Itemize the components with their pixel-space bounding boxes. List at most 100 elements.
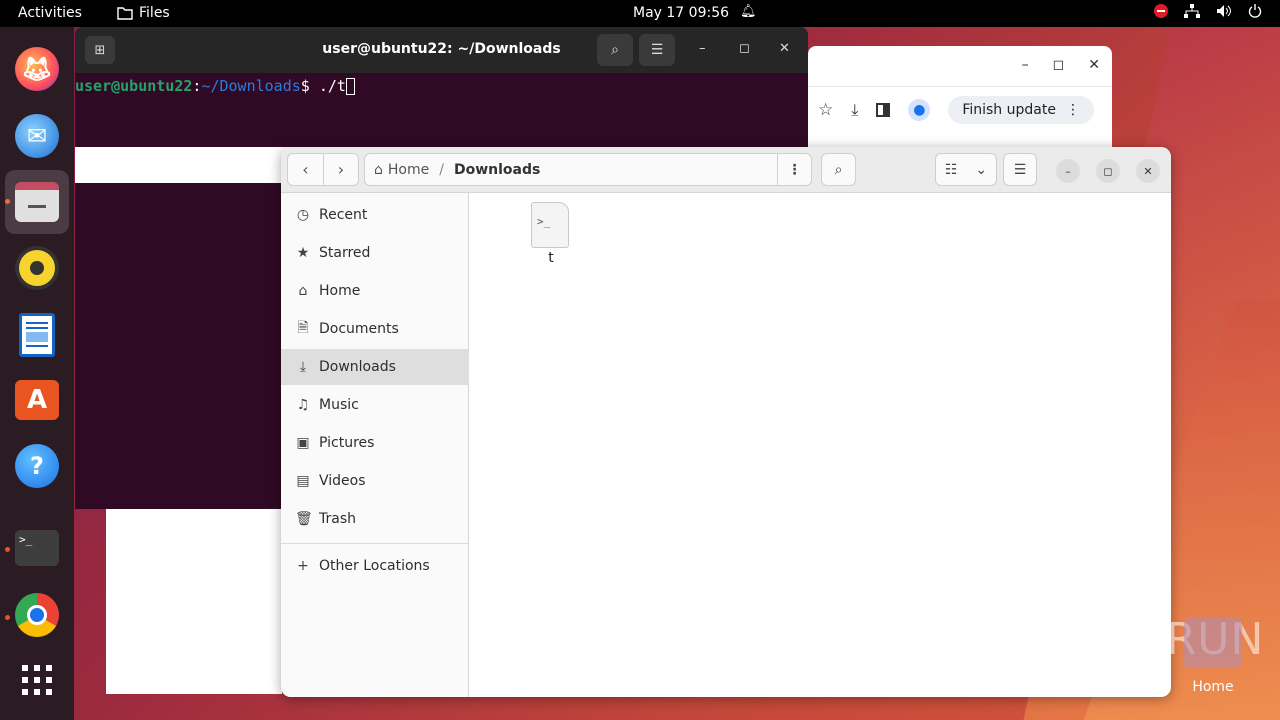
sidebar-item-label: Music (319, 397, 359, 413)
maximize-icon: ◻ (1103, 164, 1113, 178)
activities-button[interactable]: Activities (18, 5, 82, 21)
finish-update-button[interactable]: Finish update ⋮ (948, 95, 1094, 124)
terminal-prompt[interactable]: user@ubuntu22:~/Downloads$ ./t (75, 77, 355, 95)
power-icon (1248, 4, 1262, 18)
terminal-icon[interactable]: >_ (12, 523, 62, 573)
app-menu[interactable]: Files (117, 5, 170, 21)
libreoffice-writer-icon[interactable] (12, 310, 62, 360)
download-icon: ⤓ (299, 359, 307, 375)
sidebar-item-videos[interactable]: ▤ Videos (281, 463, 469, 499)
files-headerbar: ‹ › ⌂ Home / Downloads ⋮ ⌕ ☷ ⌄ ☰ – ◻ ✕ (281, 147, 1171, 193)
bell-icon: 🔔︎ (740, 4, 757, 19)
search-button[interactable]: ⌕ (821, 153, 856, 186)
picture-icon: ▣ (296, 435, 310, 451)
desktop-home-folder-icon[interactable] (1184, 618, 1242, 668)
sidebar-item-trash[interactable]: 🗑︎ Trash (281, 501, 469, 537)
sidebar-item-downloads[interactable]: ⤓ Downloads (281, 349, 469, 385)
dock: 🦊︎ ✉︎ A ? >_ (0, 27, 74, 720)
maximize-button[interactable]: ◻ (1096, 159, 1120, 183)
close-button[interactable]: ✕ (1136, 159, 1160, 183)
video-icon: ▤ (296, 473, 310, 489)
kebab-menu-icon: ⋮ (1065, 101, 1080, 118)
sidebar-item-label: Recent (319, 207, 368, 223)
executable-file-icon[interactable]: >_ (531, 202, 569, 248)
navigation-buttons: ‹ › (287, 153, 359, 186)
back-button[interactable]: ‹ (288, 154, 323, 185)
desktop-home-label[interactable]: Home (1186, 679, 1240, 695)
clock-icon: ◷ (296, 207, 310, 223)
sidebar-item-pictures[interactable]: ▣ Pictures (281, 425, 469, 461)
sidebar-item-home[interactable]: ⌂ Home (281, 273, 469, 309)
path-menu-button[interactable]: ⋮ (777, 154, 811, 185)
file-name-label[interactable]: t (541, 250, 561, 266)
close-icon[interactable]: ✕ (1088, 57, 1100, 73)
text-cursor (345, 78, 355, 95)
clock[interactable]: May 17 09:56 (633, 5, 729, 21)
trash-icon: 🗑︎ (295, 511, 313, 527)
maximize-icon[interactable]: ◻ (1053, 57, 1065, 73)
search-icon: ⌕ (611, 42, 619, 58)
sidebar-divider (281, 543, 469, 544)
folder-icon (117, 7, 133, 20)
download-icon[interactable]: ⤓ (851, 100, 858, 120)
volume-icon (1217, 5, 1231, 17)
main-menu-button[interactable]: ☰ (1003, 153, 1037, 186)
minimize-icon[interactable]: – (1022, 57, 1029, 73)
chrome-window-controls: – ◻ ✕ (1022, 57, 1100, 73)
system-tray[interactable] (1154, 4, 1262, 18)
running-indicator (5, 547, 10, 552)
running-indicator (5, 615, 10, 620)
chrome-window: – ◻ ✕ ☆ ⤓ ● Finish update ⋮ (808, 46, 1112, 156)
path-home-button[interactable]: ⌂ Home (365, 162, 429, 178)
list-view-icon: ☷ (944, 161, 958, 178)
app-center-icon[interactable]: A (12, 375, 62, 425)
firefox-icon[interactable]: 🦊︎ (12, 44, 62, 94)
kebab-menu-icon: ⋮ (787, 161, 802, 178)
search-button[interactable]: ⌕ (597, 34, 633, 66)
rhythmbox-icon[interactable] (12, 243, 62, 293)
sidebar-item-label: Starred (319, 245, 371, 261)
document-icon: 🗎︎ (297, 320, 309, 336)
sidebar-item-label: Videos (319, 473, 366, 489)
sidebar-item-label: Home (319, 283, 361, 299)
music-icon: ♫ (296, 397, 310, 413)
close-icon: ✕ (1143, 164, 1153, 178)
side-panel-icon[interactable] (876, 102, 891, 117)
chevron-left-icon: ‹ (302, 160, 309, 179)
prompt-path: ~/Downloads (201, 77, 301, 95)
thunderbird-icon[interactable]: ✉︎ (12, 111, 62, 161)
finish-update-label: Finish update (962, 101, 1056, 118)
maximize-icon[interactable]: ◻ (739, 41, 750, 56)
background-window (106, 508, 282, 694)
star-icon: ★ (296, 245, 310, 261)
close-icon[interactable]: ✕ (779, 41, 790, 56)
sidebar-item-documents[interactable]: 🗎︎ Documents (281, 311, 469, 347)
sidebar-item-label: Pictures (319, 435, 375, 451)
sidebar-item-label: Documents (319, 321, 399, 337)
profile-icon[interactable]: ● (908, 98, 931, 121)
chrome-icon[interactable] (12, 590, 62, 640)
show-apps-icon[interactable] (12, 655, 62, 705)
prompt-user: user@ubuntu22 (75, 77, 193, 95)
files-icon[interactable] (5, 170, 69, 234)
menu-button[interactable]: ☰ (639, 34, 675, 66)
bookmark-star-icon[interactable]: ☆ (818, 100, 833, 120)
chrome-toolbar: ☆ ⤓ ● Finish update ⋮ (808, 86, 1112, 132)
home-icon: ⌂ (374, 161, 383, 178)
view-toggle[interactable]: ☷ ⌄ (935, 153, 997, 186)
minimize-icon[interactable]: – (699, 41, 706, 56)
sidebar-item-starred[interactable]: ★ Starred (281, 235, 469, 271)
sidebar-item-recent[interactable]: ◷ Recent (281, 197, 469, 233)
app-menu-label: Files (139, 5, 170, 21)
path-current[interactable]: Downloads (454, 162, 540, 178)
help-icon[interactable]: ? (12, 441, 62, 491)
path-bar: ⌂ Home / Downloads ⋮ (364, 153, 812, 186)
sidebar-item-other-locations[interactable]: + Other Locations (281, 548, 469, 584)
chevron-down-icon: ⌄ (975, 161, 988, 178)
minimize-button[interactable]: – (1056, 159, 1080, 183)
sidebar-item-music[interactable]: ♫ Music (281, 387, 469, 423)
home-icon: ⌂ (298, 283, 308, 299)
hamburger-icon: ☰ (1013, 161, 1027, 178)
minimize-icon: – (1065, 164, 1071, 178)
forward-button[interactable]: › (323, 154, 358, 185)
